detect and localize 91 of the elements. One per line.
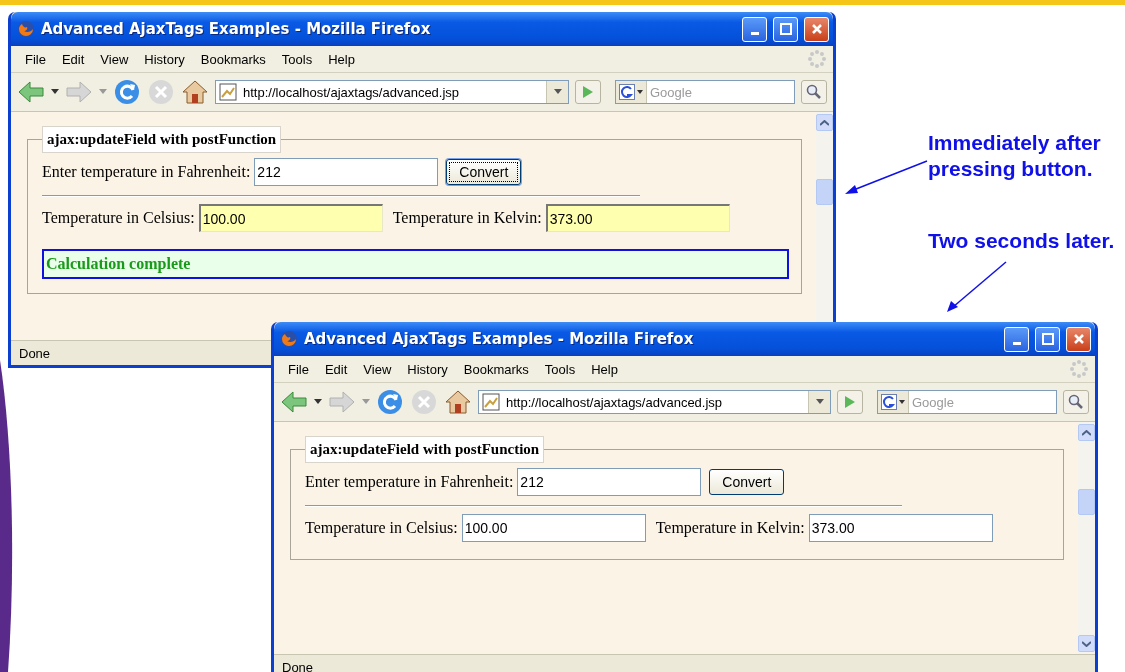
- browser-logo-icon: [17, 20, 35, 38]
- caret-icon: [553, 89, 562, 95]
- maximize-button[interactable]: [1035, 326, 1060, 352]
- fahrenheit-input[interactable]: 212: [517, 468, 702, 496]
- home-icon[interactable]: [444, 389, 472, 415]
- search-field[interactable]: Google: [615, 80, 795, 104]
- minimize-icon: [1012, 341, 1021, 345]
- field-label: Temperature in Kelvin:: [392, 209, 542, 227]
- callout-text: Two seconds later.: [928, 228, 1116, 254]
- site-icon: [219, 83, 237, 101]
- caret-icon: [637, 90, 643, 94]
- scroll-down-button[interactable]: [1078, 635, 1095, 652]
- convert-button[interactable]: Convert: [709, 469, 785, 495]
- menu-item[interactable]: View: [92, 51, 137, 67]
- back-arrow-icon[interactable]: [17, 80, 45, 104]
- menu-item[interactable]: Tools: [273, 51, 321, 67]
- throbber-icon: [807, 49, 827, 69]
- callout-text: Immediately after pressing button.: [928, 130, 1102, 182]
- address-field[interactable]: http://localhost/ajaxtags/advanced.jsp: [478, 390, 831, 414]
- convert-button[interactable]: Convert: [446, 159, 522, 185]
- menu-item[interactable]: View: [355, 361, 400, 377]
- status-text: Done: [282, 659, 314, 672]
- window-title: Advanced AjaxTags Examples - Mozilla Firefox: [304, 330, 695, 348]
- search-engine-icon: [881, 394, 897, 410]
- close-button[interactable]: [804, 16, 829, 42]
- browser-logo-icon: [280, 330, 298, 348]
- status-text: Done: [19, 345, 51, 361]
- field-label: Enter temperature in Fahrenheit:: [42, 163, 251, 181]
- search-button[interactable]: [1063, 390, 1089, 414]
- minimize-icon: [750, 31, 759, 35]
- menu-item[interactable]: File: [17, 51, 54, 67]
- up-chevron-icon: [1082, 429, 1091, 436]
- result-field[interactable]: 373.00: [808, 514, 993, 542]
- search-engine-icon: [619, 84, 635, 100]
- play-icon: [582, 85, 594, 99]
- close-button[interactable]: [1066, 326, 1091, 352]
- result-field[interactable]: 100.00: [461, 514, 646, 542]
- maximize-button[interactable]: [773, 16, 798, 42]
- field-label: Temperature in Celsius:: [305, 519, 458, 537]
- search-icon: [1068, 394, 1084, 410]
- menu-item[interactable]: Bookmarks: [192, 51, 274, 67]
- throbber-icon: [1069, 359, 1089, 379]
- down-chevron-icon: [1082, 640, 1091, 647]
- scroll-thumb[interactable]: [1078, 489, 1095, 515]
- window-title: Advanced AjaxTags Examples - Mozilla Firefox: [41, 20, 432, 38]
- search-field[interactable]: Google: [877, 390, 1057, 414]
- field-label: Enter temperature in Fahrenheit:: [305, 473, 514, 491]
- menu-item[interactable]: Tools: [536, 361, 584, 377]
- maximize-icon: [779, 23, 792, 35]
- field-label: Temperature in Celsius:: [42, 209, 195, 227]
- search-engine-selector[interactable]: [616, 81, 647, 103]
- group-title: ajax:updateField with postFunction: [42, 126, 282, 153]
- menu-item[interactable]: Help: [583, 361, 626, 377]
- play-icon: [844, 395, 856, 409]
- menu-item[interactable]: Help: [320, 51, 363, 67]
- search-button[interactable]: [801, 80, 827, 104]
- search-icon: [806, 84, 822, 100]
- home-icon[interactable]: [181, 79, 209, 105]
- status-message: Calculation complete: [42, 249, 789, 279]
- menu-item[interactable]: History: [136, 51, 193, 67]
- menu-item[interactable]: Edit: [316, 361, 356, 377]
- menu-item[interactable]: Bookmarks: [455, 361, 537, 377]
- close-icon: [1072, 333, 1085, 345]
- fahrenheit-input[interactable]: 212: [254, 158, 439, 186]
- caret-icon[interactable]: [314, 399, 322, 405]
- scroll-up-button[interactable]: [816, 114, 833, 131]
- reload-icon[interactable]: [376, 388, 404, 416]
- group-title: ajax:updateField with postFunction: [305, 436, 545, 463]
- result-field[interactable]: 373.00: [545, 204, 730, 232]
- field-label: Temperature in Kelvin:: [655, 519, 805, 537]
- up-chevron-icon: [820, 119, 829, 126]
- minimize-button[interactable]: [742, 16, 767, 42]
- address-field[interactable]: http://localhost/ajaxtags/advanced.jsp: [215, 80, 569, 104]
- reload-icon[interactable]: [113, 78, 141, 106]
- dropdown-button[interactable]: [546, 81, 568, 103]
- maximize-icon: [1041, 333, 1054, 345]
- scroll-up-button[interactable]: [1078, 424, 1095, 441]
- caret-icon: [815, 399, 824, 405]
- site-icon: [482, 393, 500, 411]
- menu-item[interactable]: History: [399, 361, 456, 377]
- minimize-button[interactable]: [1004, 326, 1029, 352]
- menu-item[interactable]: File: [280, 361, 317, 377]
- search-engine-selector[interactable]: [878, 391, 909, 413]
- close-icon: [810, 23, 823, 35]
- menu-item[interactable]: Edit: [53, 51, 93, 67]
- caret-icon: [899, 400, 905, 404]
- back-arrow-icon[interactable]: [280, 390, 308, 414]
- result-field[interactable]: 100.00: [198, 204, 383, 232]
- scroll-thumb[interactable]: [816, 179, 833, 205]
- dropdown-button[interactable]: [808, 391, 830, 413]
- caret-icon[interactable]: [51, 89, 59, 95]
